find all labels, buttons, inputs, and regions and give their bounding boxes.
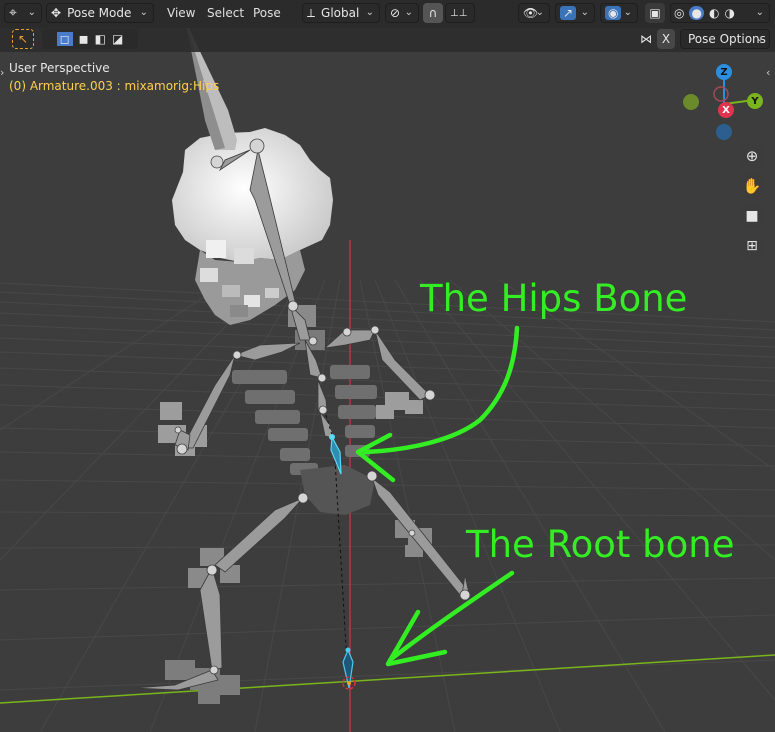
- select-tool-icon: ↖: [17, 32, 29, 46]
- gizmo-icon: ↗: [560, 6, 577, 20]
- visibility-dropdown[interactable]: 👁 ⌄: [518, 3, 550, 23]
- chevron-down-icon: ⌄: [755, 33, 764, 44]
- gizmo-z-axis[interactable]: Z: [716, 64, 732, 80]
- xray-icon: ▣: [649, 6, 661, 20]
- select-extend-icon[interactable]: ◼: [79, 32, 89, 46]
- select-subtract-icon[interactable]: ◧: [95, 32, 106, 46]
- gizmo-neg-y-axis[interactable]: [683, 94, 699, 110]
- xray-toggle[interactable]: ▣: [645, 3, 665, 23]
- editor-type-icon: ⌖: [9, 5, 17, 21]
- chevron-down-icon: ⌄: [27, 7, 36, 18]
- gizmo-x-axis[interactable]: X: [718, 102, 734, 118]
- snap-icon: ∩: [428, 6, 438, 20]
- toolbar-expand-arrow[interactable]: ›: [0, 66, 4, 79]
- overlay-icon: ◉: [605, 6, 622, 20]
- chevron-down-icon: ⌄: [365, 7, 374, 18]
- pan-hand-icon: ✋: [742, 177, 762, 195]
- 3d-viewport[interactable]: [0, 0, 775, 732]
- material-shading-icon[interactable]: ◐: [709, 6, 719, 20]
- active-object-info: (0) Armature.003 : mixamorig:Hips: [9, 79, 220, 93]
- viewport-header: ⌖ ⌄ ✥ Pose Mode ⌄ View Select Pose ⟂ Glob…: [0, 0, 775, 28]
- x-mirror-toggle[interactable]: X: [657, 29, 675, 49]
- snap-toggle[interactable]: ∩: [423, 3, 443, 23]
- zoom-icon: ⊕: [745, 147, 759, 165]
- menu-select[interactable]: Select: [207, 3, 244, 23]
- camera-icon: ■: [745, 208, 759, 224]
- menu-view[interactable]: View: [167, 3, 195, 23]
- camera-view-button[interactable]: ■: [739, 203, 765, 229]
- zoom-button[interactable]: ⊕: [739, 143, 765, 169]
- gizmo-neg-z-axis[interactable]: [716, 124, 732, 140]
- annotation-hips-label: The Hips Bone: [420, 277, 688, 320]
- menu-pose[interactable]: Pose: [253, 3, 281, 23]
- pivot-icon: ⊘: [390, 6, 401, 20]
- chevron-down-icon: ⌄: [623, 7, 632, 18]
- wireframe-shading-icon[interactable]: ◎: [674, 6, 684, 20]
- chevron-down-icon: ⌄: [580, 7, 589, 18]
- orientation-label: Global: [321, 6, 360, 20]
- pose-mode-icon: ✥: [51, 6, 62, 20]
- active-tool-button[interactable]: ↖: [12, 29, 34, 49]
- select-new-icon[interactable]: ◻: [56, 32, 73, 46]
- mode-dropdown[interactable]: ✥ Pose Mode ⌄: [46, 3, 154, 23]
- view-perspective-label: User Perspective: [9, 61, 110, 75]
- select-mode-group[interactable]: ◻ ◼ ◧ ◪: [42, 29, 138, 49]
- navigation-gizmo[interactable]: Z Y X: [680, 60, 770, 150]
- snap-settings-dropdown[interactable]: ⊥⊥: [445, 3, 475, 23]
- mode-label: Pose Mode: [67, 6, 132, 20]
- chevron-down-icon: ⌄: [755, 7, 764, 18]
- select-intersect-icon[interactable]: ◪: [112, 32, 123, 46]
- transform-orientation-dropdown[interactable]: ⟂ Global ⌄: [302, 3, 380, 23]
- grid-ortho-icon: ⊞: [746, 238, 758, 254]
- proportional-icon: ⊥⊥: [450, 7, 468, 19]
- gizmo-toggle[interactable]: ↗ ⌄: [555, 3, 595, 23]
- editor-type-button[interactable]: ⌖ ⌄: [4, 3, 42, 23]
- ortho-toggle-button[interactable]: ⊞: [739, 233, 765, 259]
- pose-options-dropdown[interactable]: Pose Options ⌄: [680, 29, 770, 49]
- tool-header: ↖ ◻ ◼ ◧ ◪ ⋈ X Pose Options ⌄: [0, 27, 775, 52]
- transform-orientation-icon: ⟂: [307, 5, 316, 20]
- rendered-shading-icon[interactable]: ◑: [724, 6, 734, 20]
- chevron-down-icon: ⌄: [535, 7, 544, 18]
- gizmo-y-axis[interactable]: Y: [747, 93, 763, 109]
- overlay-toggle[interactable]: ◉ ⌄: [600, 3, 638, 23]
- annotation-root-label: The Root bone: [466, 523, 735, 566]
- mirror-settings-button[interactable]: ⋈: [636, 29, 656, 49]
- shading-mode-group[interactable]: ◎ ● ◐ ◑ ⌄: [670, 3, 770, 23]
- pose-options-label: Pose Options: [688, 32, 766, 46]
- solid-shading-icon[interactable]: ●: [689, 6, 704, 20]
- chevron-down-icon: ⌄: [404, 7, 413, 18]
- pivot-point-dropdown[interactable]: ⊘ ⌄: [385, 3, 419, 23]
- chevron-down-icon: ⌄: [139, 7, 148, 18]
- butterfly-icon: ⋈: [640, 32, 652, 46]
- pan-button[interactable]: ✋: [739, 173, 765, 199]
